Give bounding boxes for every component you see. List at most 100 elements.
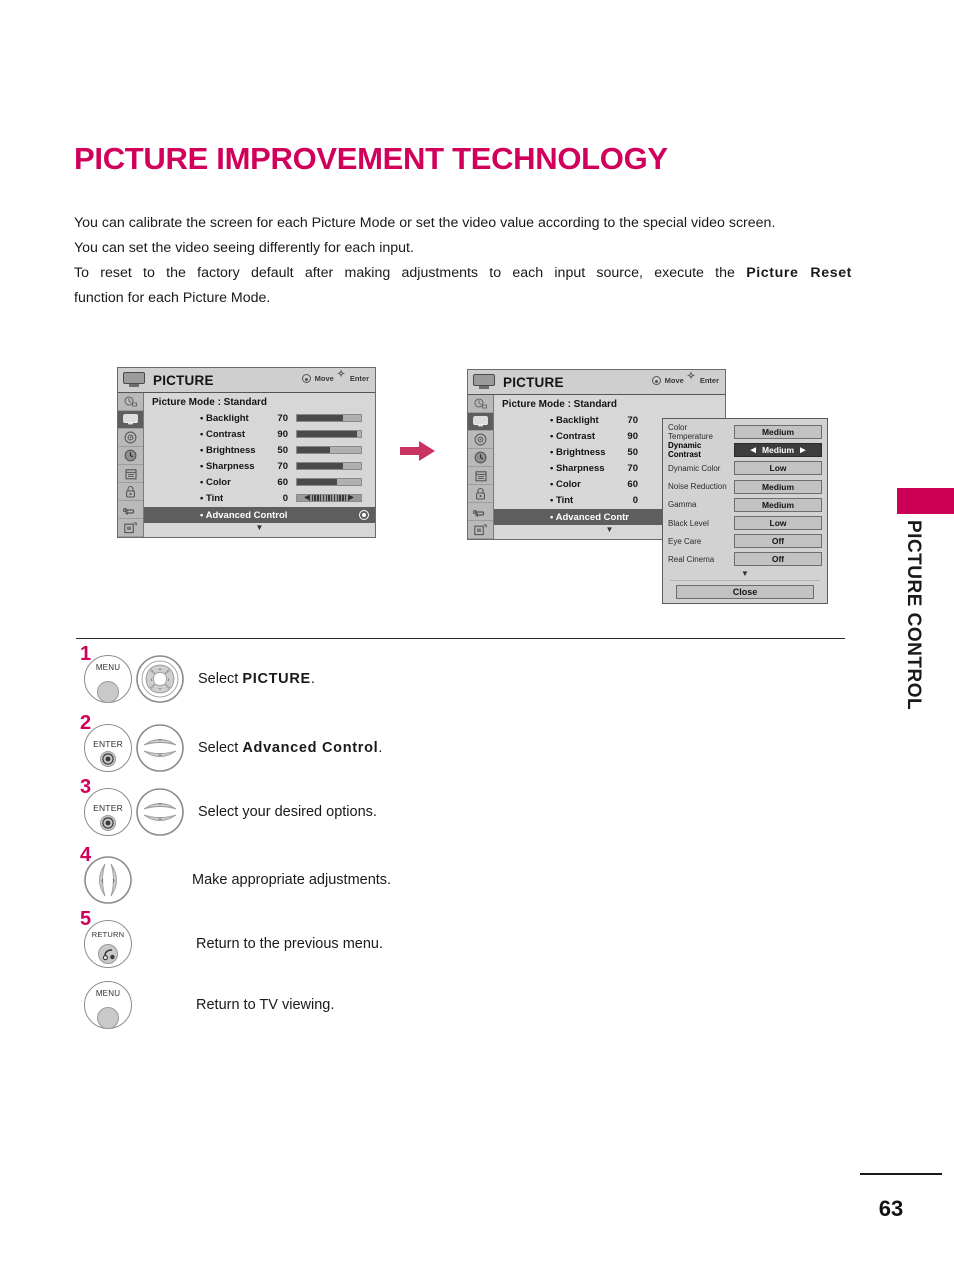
osd-item-sharpness[interactable]: • Sharpness 70 <box>144 458 375 474</box>
adv-label: Noise Reduction <box>668 482 727 492</box>
button-knob <box>97 681 119 703</box>
adv-row-dynamic-contrast[interactable]: Dynamic Contrast ◀ Medium ▶ <box>668 441 822 459</box>
adv-row-eye-care[interactable]: Eye Care Off <box>668 532 822 550</box>
adv-row-real-cinema[interactable]: Real Cinema Off <box>668 550 822 568</box>
adv-value[interactable]: Off <box>734 552 822 567</box>
step-2: 2 ENTER ⌃ ⌄ Select Advanced Control. <box>80 712 383 772</box>
item-value: 70 <box>277 460 288 472</box>
step-text-post: . <box>378 740 383 756</box>
leftright-rocker-icon[interactable]: ‹ › <box>84 856 132 904</box>
item-slider[interactable] <box>296 478 362 486</box>
svg-text:⌃: ⌃ <box>157 802 163 810</box>
adv-row-noise-reduction[interactable]: Noise Reduction Medium <box>668 478 822 496</box>
item-slider-tint[interactable]: ◀ ▶ <box>296 494 362 502</box>
item-slider[interactable] <box>296 462 362 470</box>
step-5: 5 RETURN Return to the previous menu. <box>80 908 383 968</box>
adv-row-dynamic-color[interactable]: Dynamic Color Low <box>668 459 822 477</box>
step-text-pre: Select your desired options. <box>198 804 377 820</box>
rail-option-icon[interactable] <box>468 467 493 485</box>
item-slider[interactable] <box>296 414 362 422</box>
svg-text:⌄: ⌄ <box>157 751 163 758</box>
rail-usb-icon[interactable] <box>118 519 143 537</box>
step-1: 1 MENU ⌃ ⌄ ‹ › Select PICTURE. <box>80 643 315 703</box>
updown-rocker-icon[interactable]: ⌃ ⌄ <box>136 788 184 836</box>
enter-button[interactable]: ENTER <box>84 724 132 772</box>
item-label: • Advanced Control <box>200 509 288 521</box>
step-text: Return to TV viewing. <box>196 997 334 1013</box>
navigation-icon <box>651 376 661 385</box>
rail-input-icon[interactable] <box>118 501 143 519</box>
rail-usb-icon[interactable] <box>468 521 493 539</box>
rail-option-icon[interactable] <box>118 465 143 483</box>
osd-item-brightness[interactable]: • Brightness 50 <box>144 442 375 458</box>
osd-item-tint[interactable]: • Tint 0 ◀ ▶ <box>144 490 375 506</box>
step-text: Select your desired options. <box>198 804 377 820</box>
rail-audio-icon[interactable] <box>118 429 143 447</box>
adv-label: Color Temperature <box>668 423 713 442</box>
button-knob <box>98 944 118 964</box>
item-value: 50 <box>277 444 288 456</box>
adv-value[interactable]: Medium <box>734 479 822 494</box>
step-text: Return to the previous menu. <box>196 936 383 952</box>
adv-label: Dynamic Contrast <box>668 441 702 460</box>
adv-value[interactable]: Medium <box>734 425 822 440</box>
osd-sidebar <box>118 393 144 537</box>
svg-text:›: › <box>168 678 170 684</box>
step-text-pre: Return to the previous menu. <box>196 936 383 952</box>
osd-item-color[interactable]: • Color 60 <box>144 474 375 490</box>
adv-row-gamma[interactable]: Gamma Medium <box>668 496 822 514</box>
adv-label: Eye Care <box>668 536 702 546</box>
adv-value[interactable]: Medium <box>734 497 822 512</box>
adv-label: Black Level <box>668 518 709 528</box>
button-label: MENU <box>95 989 121 998</box>
item-slider[interactable] <box>296 446 362 454</box>
arrow-left-icon[interactable]: ◀ <box>751 446 756 454</box>
rail-setup-icon[interactable] <box>118 393 143 411</box>
tint-right-arrow: ▶ <box>349 495 354 501</box>
step-text-post: . <box>310 671 315 687</box>
rail-setup-icon[interactable] <box>468 395 493 413</box>
rail-lock-icon[interactable] <box>468 485 493 503</box>
adv-value[interactable]: Off <box>734 534 822 549</box>
osd-hint: Move Enter <box>651 371 719 385</box>
adv-value-active[interactable]: ◀ Medium ▶ <box>734 443 822 458</box>
osd-item-advanced-control[interactable]: • Advanced Control <box>144 507 375 523</box>
rail-picture-icon[interactable] <box>118 411 143 429</box>
osd-item-contrast[interactable]: • Contrast 90 <box>144 426 375 442</box>
picture-mode-label: Picture Mode <box>502 399 565 410</box>
item-label: • Contrast <box>550 430 596 442</box>
rail-picture-icon[interactable] <box>468 413 493 431</box>
button-knob <box>100 815 116 831</box>
button-knob <box>97 1007 119 1029</box>
adv-value[interactable]: Low <box>734 461 822 476</box>
adv-value[interactable]: Low <box>734 516 822 531</box>
enter-button[interactable]: ENTER <box>84 788 132 836</box>
side-tab-marker <box>897 488 954 514</box>
enter-icon <box>337 369 346 383</box>
updown-rocker-icon[interactable]: ⌃ ⌄ <box>136 724 184 772</box>
item-label: • Sharpness <box>550 462 605 474</box>
advanced-control-popup: Color Temperature Medium Dynamic Contras… <box>662 418 828 604</box>
step-number: 4 <box>80 844 92 866</box>
adv-row-black-level[interactable]: Black Level Low <box>668 514 822 532</box>
osd-item-backlight[interactable]: • Backlight 70 <box>144 410 375 426</box>
adv-row-color-temperature[interactable]: Color Temperature Medium <box>668 423 822 441</box>
return-button[interactable]: RETURN <box>84 920 132 968</box>
intro-line-2: You can set the video seeing differently… <box>74 240 414 256</box>
item-value: 0 <box>632 494 638 506</box>
step-text-bold: Advanced Control <box>242 740 379 756</box>
menu-button[interactable]: MENU <box>84 981 132 1029</box>
menu-button[interactable]: MENU <box>84 655 132 703</box>
intro-line-4: function for each Picture Mode. <box>74 290 271 306</box>
close-button[interactable]: Close <box>676 584 814 599</box>
rail-time-icon[interactable] <box>118 447 143 465</box>
item-slider[interactable] <box>296 430 362 438</box>
rail-audio-icon[interactable] <box>468 431 493 449</box>
rail-input-icon[interactable] <box>468 503 493 521</box>
dpad-4way-icon[interactable]: ⌃ ⌄ ‹ › <box>136 655 184 703</box>
arrow-right-icon[interactable]: ▶ <box>800 446 805 454</box>
rail-time-icon[interactable] <box>468 449 493 467</box>
picture-mode-row: Picture Mode : Standard <box>144 396 375 410</box>
rail-lock-icon[interactable] <box>118 483 143 501</box>
hint-enter-label: Enter <box>349 374 369 383</box>
